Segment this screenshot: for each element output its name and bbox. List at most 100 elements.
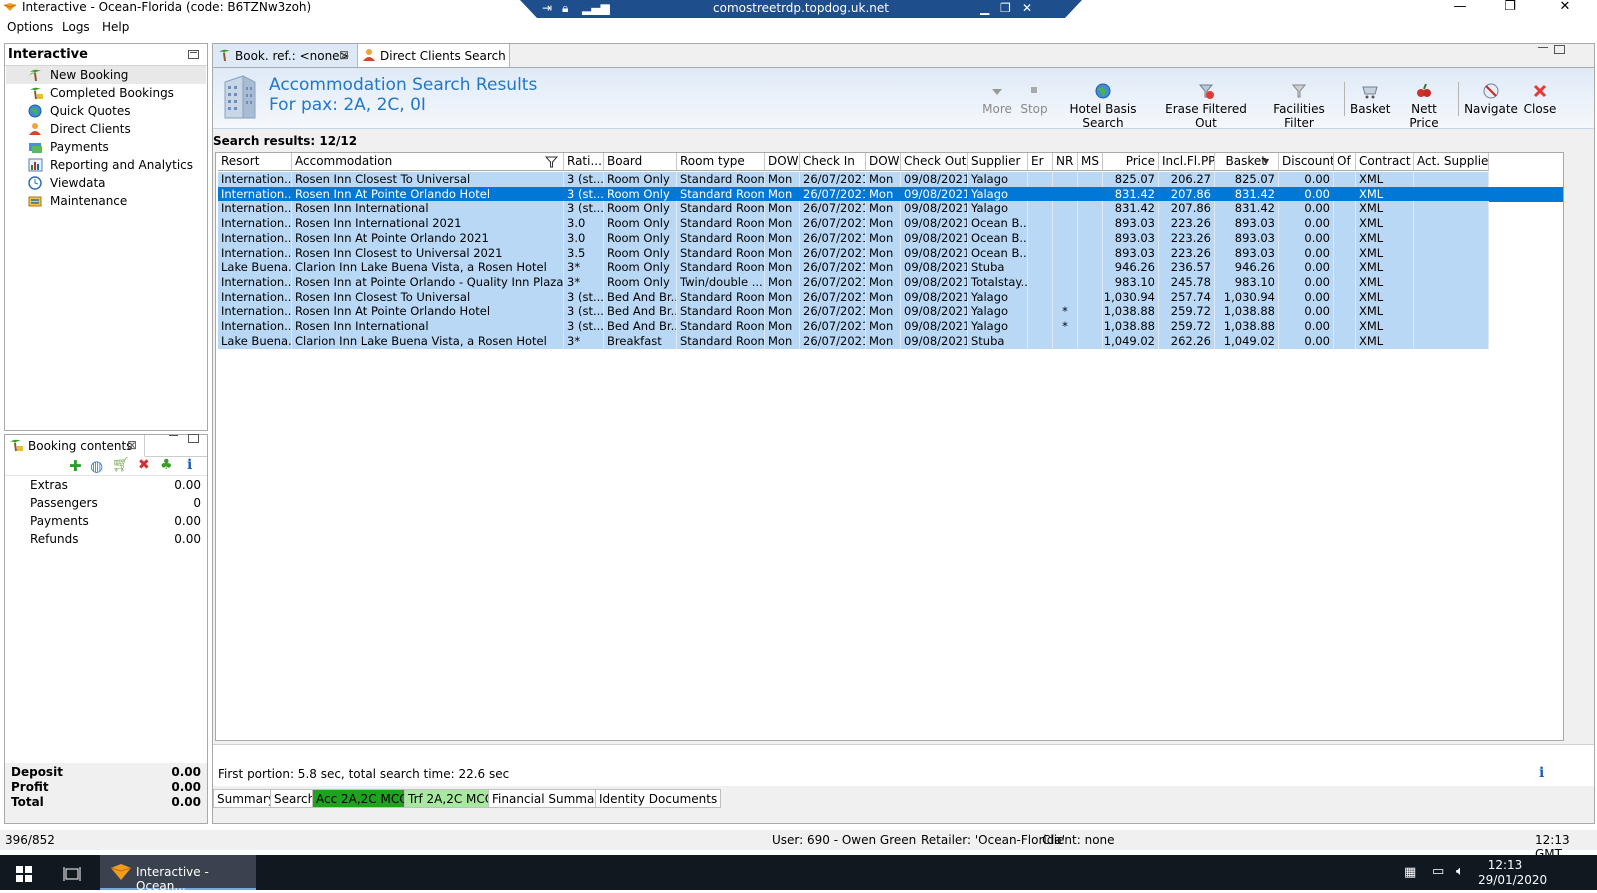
minimize-panel-icon[interactable] bbox=[188, 50, 199, 59]
column-header[interactable]: Board bbox=[604, 153, 677, 171]
palm-tree-icon[interactable]: ♣ bbox=[160, 457, 173, 473]
task-view-icon[interactable] bbox=[63, 866, 81, 882]
column-header[interactable]: Er bbox=[1028, 153, 1053, 171]
maximize-view-icon[interactable] bbox=[1554, 45, 1565, 54]
maximize-panel-icon[interactable] bbox=[188, 434, 199, 443]
table-cell: Mon bbox=[765, 319, 800, 334]
table-row[interactable]: Internation... Rosen Inn International 3 (… bbox=[218, 201, 1489, 217]
nav-item-reporting[interactable]: Reporting and Analytics bbox=[6, 156, 206, 174]
erase-filtered-out-button[interactable]: Erase Filtered Out bbox=[1158, 82, 1254, 130]
table-row-selected[interactable]: Internation... Rosen Inn At Pointe Orland… bbox=[218, 186, 1563, 202]
results-title: Accommodation Search Results bbox=[269, 75, 538, 95]
column-header[interactable]: Supplier bbox=[968, 153, 1028, 171]
hotel-basis-search-button[interactable]: Hotel Basis Search bbox=[1054, 82, 1152, 130]
table-cell: 0.00 bbox=[1279, 216, 1334, 232]
globe-icon[interactable]: ◍ bbox=[90, 457, 103, 475]
table-row[interactable]: Lake Buena... Clarion Inn Lake Buena Vist… bbox=[218, 333, 1489, 349]
column-header[interactable]: Incl.Fl.PP bbox=[1159, 153, 1215, 171]
window-close-button[interactable]: ✕ bbox=[1545, 0, 1585, 16]
taskbar: Interactive - Ocean... ▦ ▭ 🔈︎ 12:13 29/0… bbox=[0, 855, 1597, 893]
table-row[interactable]: Internation... Rosen Inn At Pointe Orland… bbox=[218, 230, 1489, 246]
table-row[interactable]: Internation... Rosen Inn Closest to Unive… bbox=[218, 245, 1489, 261]
close-tab-icon[interactable]: ⊠ bbox=[339, 48, 349, 62]
clock-date[interactable]: 29/01/2020 bbox=[1478, 873, 1547, 887]
table-row[interactable]: Lake Buena... Clarion Inn Lake Buena Vist… bbox=[218, 260, 1489, 276]
menu-help[interactable]: Help bbox=[102, 20, 129, 34]
clock-time[interactable]: 12:13 bbox=[1485, 858, 1525, 872]
table-row[interactable]: Internation... Rosen Inn International 20… bbox=[218, 216, 1489, 232]
nav-item-maintenance[interactable]: Maintenance bbox=[6, 192, 206, 210]
rdp-minimize-icon[interactable]: ▁ bbox=[980, 0, 989, 16]
minimize-button[interactable]: — bbox=[1440, 0, 1480, 16]
maximize-button[interactable]: ❐ bbox=[1490, 0, 1530, 16]
column-header[interactable]: DOW bbox=[866, 153, 901, 171]
nav-item-quick-quotes[interactable]: Quick Quotes bbox=[6, 102, 206, 120]
column-header[interactable]: Of bbox=[1334, 153, 1356, 171]
results-grid[interactable]: Resort Accommodation Rati... Board Room type… bbox=[215, 152, 1564, 741]
delete-icon[interactable]: ✖ bbox=[138, 457, 150, 473]
rdp-close-icon[interactable]: ✕ bbox=[1022, 0, 1032, 16]
tray-colors-icon[interactable]: ▦ bbox=[1404, 865, 1416, 880]
column-header[interactable]: Act. Supplier bbox=[1414, 153, 1489, 171]
add-icon[interactable]: ✚ bbox=[69, 457, 82, 475]
column-header[interactable]: Basket bbox=[1215, 153, 1279, 171]
more-button[interactable]: More bbox=[981, 82, 1013, 124]
close-button[interactable]: Close bbox=[1522, 82, 1558, 124]
column-header[interactable]: Check Out bbox=[901, 153, 968, 171]
stop-button[interactable]: Stop bbox=[1019, 82, 1049, 124]
column-header[interactable]: Check In bbox=[800, 153, 866, 171]
tab-financial-summary[interactable]: Financial Summary bbox=[488, 789, 611, 808]
table-row[interactable]: Internation... Rosen Inn Closest To Unive… bbox=[218, 289, 1489, 305]
facilities-filter-button[interactable]: Facilities Filter bbox=[1260, 82, 1338, 130]
sort-descending-icon[interactable]: ▼ bbox=[1263, 157, 1269, 166]
column-header[interactable]: Price bbox=[1103, 153, 1159, 171]
tab-acc-booking[interactable]: Acc 2A,2C MCO bbox=[312, 789, 413, 808]
column-header[interactable]: Rati... bbox=[564, 153, 604, 171]
column-header[interactable]: NR bbox=[1053, 153, 1078, 171]
windows-start-icon[interactable] bbox=[16, 866, 32, 882]
tab-direct-clients-search[interactable]: Direct Clients Search bbox=[358, 44, 510, 68]
menu-options[interactable]: Options bbox=[7, 20, 53, 34]
tab-identity-documents[interactable]: Identity Documents bbox=[595, 789, 722, 808]
network-icon[interactable]: ▭ bbox=[1432, 864, 1444, 879]
navigate-button[interactable]: Navigate bbox=[1464, 82, 1518, 124]
column-header[interactable]: Contract bbox=[1356, 153, 1414, 171]
nett-price-button[interactable]: Nett Price bbox=[1396, 82, 1452, 130]
column-filter-icon[interactable] bbox=[545, 156, 558, 168]
info-icon[interactable]: i bbox=[187, 457, 192, 473]
tab-label: Direct Clients Search bbox=[380, 49, 506, 63]
column-header[interactable]: MS bbox=[1078, 153, 1103, 171]
table-row[interactable]: Internation... Rosen Inn at Pointe Orland… bbox=[218, 274, 1489, 290]
nav-item-payments[interactable]: Payments bbox=[6, 138, 206, 156]
info-icon[interactable]: i bbox=[1539, 765, 1544, 781]
table-row[interactable]: Internation... Rosen Inn International 3 (… bbox=[218, 319, 1489, 334]
table-row[interactable]: Internation... Rosen Inn Closest To Unive… bbox=[218, 172, 1489, 187]
volume-muted-icon[interactable]: 🔈︎ bbox=[1456, 864, 1464, 879]
nav-item-direct-clients[interactable]: Direct Clients bbox=[6, 120, 206, 138]
menu-logs[interactable]: Logs bbox=[62, 20, 90, 34]
minimize-panel-icon[interactable] bbox=[169, 435, 178, 436]
table-cell: 09/08/2021 bbox=[901, 201, 968, 217]
column-header[interactable]: Accommodation bbox=[292, 153, 564, 171]
tab-booking-ref[interactable]: Book. ref.: <none> ⊠ bbox=[213, 44, 358, 68]
column-header[interactable]: Resort bbox=[218, 153, 292, 171]
minimize-view-icon[interactable] bbox=[1538, 47, 1548, 48]
close-tab-icon[interactable]: ⊠ bbox=[127, 438, 137, 452]
column-header[interactable]: Room type bbox=[677, 153, 765, 171]
nav-item-viewdata[interactable]: Viewdata bbox=[6, 174, 206, 192]
booking-contents-tab[interactable]: Booking contents ⊠ bbox=[5, 435, 145, 457]
taskbar-app-interactive[interactable]: Interactive - Ocean... bbox=[100, 855, 256, 893]
hotel-building-icon bbox=[224, 75, 256, 119]
tab-trf-booking[interactable]: Trf 2A,2C MCO bbox=[404, 789, 499, 808]
rdp-restore-icon[interactable]: ❐ bbox=[1000, 0, 1011, 16]
table-cell: Room Only bbox=[604, 230, 677, 246]
column-header[interactable]: Discount bbox=[1279, 153, 1334, 171]
table-row[interactable]: Internation... Rosen Inn At Pointe Orland… bbox=[218, 304, 1489, 320]
rdp-connection-bar: ⇥ 🔒︎ ▂▄▆ comostreetrdp.topdog.uk.net ▁ ❐… bbox=[520, 0, 1082, 18]
basket-icon[interactable]: 🛒︎ bbox=[112, 457, 130, 473]
nav-item-completed-bookings[interactable]: Completed Bookings bbox=[6, 84, 206, 102]
basket-button[interactable]: Basket bbox=[1350, 82, 1390, 124]
table-cell: Ocean B... bbox=[968, 230, 1028, 246]
nav-item-new-booking[interactable]: New Booking bbox=[6, 66, 206, 84]
column-header[interactable]: DOW bbox=[765, 153, 800, 171]
